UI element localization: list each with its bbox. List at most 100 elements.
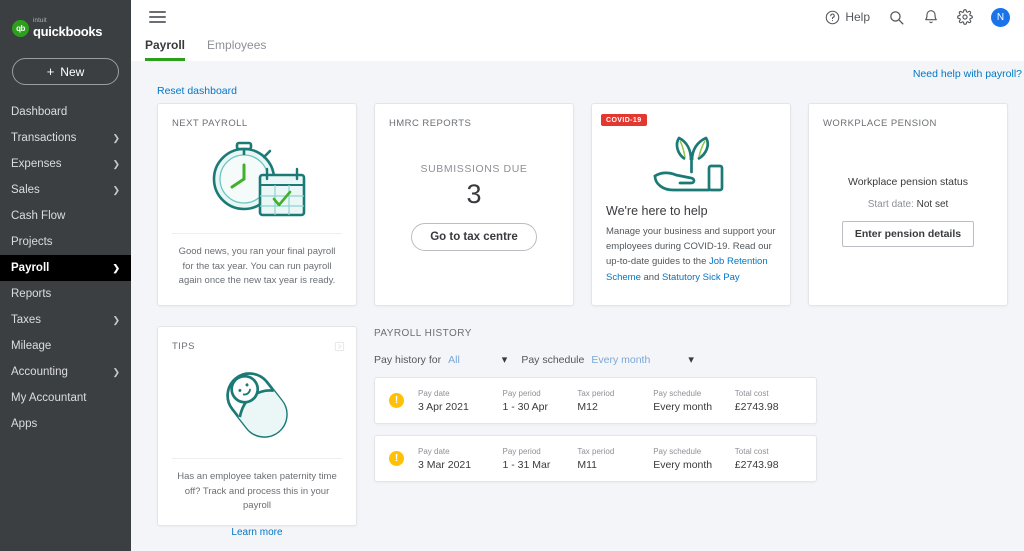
- sidebar-item-label: Expenses: [11, 158, 62, 170]
- cell-value: 3 Apr 2021: [418, 400, 469, 413]
- sidebar-item-label: Mileage: [11, 340, 52, 352]
- sidebar-item-sales[interactable]: Sales ❯: [0, 177, 131, 203]
- column-header: Tax period: [577, 446, 615, 456]
- notifications-button[interactable]: [923, 9, 939, 25]
- avatar[interactable]: N: [991, 7, 1010, 27]
- help-button[interactable]: Help: [825, 10, 870, 25]
- sidebar-item-my-accountant[interactable]: My Accountant: [0, 385, 131, 411]
- top-bar: Help N: [131, 0, 1024, 34]
- column-header: Total cost: [734, 388, 769, 398]
- column-header: Pay period: [502, 446, 541, 456]
- sidebar-item-cash-flow[interactable]: Cash Flow: [0, 203, 131, 229]
- enter-pension-details-button[interactable]: Enter pension details: [841, 221, 975, 247]
- cell-total-cost: Total cost £2743.98: [735, 389, 802, 413]
- column-header: Pay schedule: [653, 446, 702, 456]
- sidebar-item-taxes[interactable]: Taxes ❯: [0, 307, 131, 333]
- bell-icon: [925, 10, 937, 24]
- cell-pay-schedule: Pay schedule Every month: [653, 447, 735, 471]
- pension-status-label: Workplace pension status: [847, 176, 969, 188]
- new-button[interactable]: + New: [12, 58, 119, 85]
- payroll-history-title: PAYROLL HISTORY: [374, 328, 472, 339]
- chevron-down-icon: ▾: [501, 354, 508, 366]
- sidebar-item-accounting[interactable]: Accounting ❯: [0, 359, 131, 385]
- cell-total-cost: Total cost £2743.98: [735, 447, 802, 471]
- main-area: Help N Payroll Employees Need help with …: [131, 0, 1024, 551]
- settings-button[interactable]: [957, 9, 973, 25]
- brand-logo[interactable]: qb intuit quickbooks: [0, 8, 131, 42]
- cell-value: 1 - 30 Apr: [502, 400, 549, 413]
- sidebar-item-dashboard[interactable]: Dashboard: [0, 99, 131, 125]
- sidebar-item-projects[interactable]: Projects: [0, 229, 131, 255]
- stopwatch-calendar-icon: [158, 129, 356, 233]
- sidebar-item-label: Apps: [11, 418, 38, 430]
- column-header: Pay period: [502, 388, 541, 398]
- card-covid-help: COVID-19 We're here to help Manage your …: [591, 103, 791, 306]
- filter-value: All: [448, 353, 460, 366]
- sidebar-item-expenses[interactable]: Expenses ❯: [0, 151, 131, 177]
- sidebar-item-reports[interactable]: Reports: [0, 281, 131, 307]
- cell-tax-period: Tax period M12: [577, 389, 653, 413]
- sidebar: qb intuit quickbooks + New Dashboard Tra…: [0, 0, 131, 551]
- warning-icon: !: [389, 393, 404, 408]
- status-badge: COVID-19: [601, 114, 647, 126]
- pay-history-for-filter[interactable]: Pay history for All ▾: [374, 353, 508, 367]
- cell-pay-period: Pay period 1 - 31 Mar: [502, 447, 577, 471]
- sidebar-item-label: Payroll: [11, 262, 50, 274]
- hamburger-icon[interactable]: [145, 7, 170, 27]
- cell-value: Every month: [653, 458, 713, 471]
- payroll-history-filters: Pay history for All ▾ Pay schedule Every…: [374, 353, 1012, 367]
- chevron-right-icon: ❯: [112, 132, 120, 143]
- learn-more-link[interactable]: Learn more: [158, 514, 356, 538]
- cell-value: £2743.98: [734, 400, 779, 413]
- help-label: Help: [845, 10, 870, 24]
- filter-label: Pay schedule: [521, 353, 585, 366]
- pay-schedule-filter[interactable]: Pay schedule Every month ▾: [521, 353, 694, 367]
- sidebar-item-label: Transactions: [11, 132, 77, 144]
- content-area: Need help with payroll? Reset dashboard …: [131, 61, 1024, 551]
- sidebar-item-transactions[interactable]: Transactions ❯: [0, 125, 131, 151]
- sidebar-item-mileage[interactable]: Mileage: [0, 333, 131, 359]
- column-header: Pay schedule: [653, 388, 702, 398]
- chevron-down-icon: ▾: [688, 354, 694, 366]
- sidebar-item-label: Accounting: [11, 366, 68, 378]
- quickbooks-logo-icon: qb: [12, 19, 29, 37]
- column-header: Pay date: [418, 388, 450, 398]
- brand-name-text: quickbooks: [33, 24, 103, 39]
- covid-body-part-2: and: [640, 271, 662, 283]
- sidebar-item-label: Taxes: [11, 314, 42, 326]
- app-root: qb intuit quickbooks + New Dashboard Tra…: [0, 0, 1024, 551]
- reset-dashboard-link[interactable]: Reset dashboard: [143, 61, 237, 103]
- column-header: Total cost: [734, 446, 769, 456]
- need-help-link[interactable]: Need help with payroll?: [913, 68, 1022, 80]
- filter-label: Pay history for: [374, 353, 442, 366]
- sidebar-nav: Dashboard Transactions ❯ Expenses ❯ Sale…: [0, 99, 131, 437]
- sidebar-item-payroll[interactable]: Payroll ❯: [0, 255, 131, 281]
- cell-value: M11: [577, 458, 598, 471]
- sidebar-item-label: Sales: [11, 184, 40, 196]
- cell-value: 1 - 31 Mar: [502, 458, 551, 471]
- sidebar-item-apps[interactable]: Apps: [0, 411, 131, 437]
- question-circle-icon: [826, 10, 840, 24]
- go-to-tax-centre-button[interactable]: Go to tax centre: [411, 223, 537, 251]
- sidebar-item-label: My Accountant: [11, 392, 87, 404]
- card-body-text: Manage your business and support your em…: [592, 218, 790, 285]
- plus-icon: +: [46, 64, 55, 79]
- filter-value: Every month: [591, 353, 651, 366]
- tab-payroll[interactable]: Payroll: [145, 38, 186, 61]
- table-row[interactable]: ! Pay date 3 Mar 2021 Pay period 1 - 31 …: [374, 435, 817, 482]
- card-title: HMRC REPORTS: [389, 118, 472, 129]
- card-next-payroll: NEXT PAYROLL Good news, you ran your fin…: [157, 103, 357, 306]
- search-button[interactable]: [888, 9, 905, 26]
- cell-pay-date: Pay date 3 Mar 2021: [418, 447, 502, 471]
- pension-start-date: Start date: Not set: [868, 199, 949, 210]
- table-row[interactable]: ! Pay date 3 Apr 2021 Pay period 1 - 30 …: [374, 377, 817, 424]
- cell-pay-schedule: Pay schedule Every month: [653, 389, 735, 413]
- next-tip-icon[interactable]: [334, 339, 345, 357]
- card-footer-text: Good news, you ran your final payroll fo…: [178, 246, 336, 287]
- tab-employees[interactable]: Employees: [207, 38, 266, 61]
- statutory-sick-pay-link[interactable]: Statutory Sick Pay: [662, 272, 740, 283]
- sidebar-item-label: Projects: [11, 236, 53, 248]
- warning-icon: !: [389, 451, 404, 466]
- hmrc-body: SUBMISSIONS DUE 3 Go to tax centre: [375, 129, 573, 251]
- swaddled-baby-icon: [158, 352, 356, 458]
